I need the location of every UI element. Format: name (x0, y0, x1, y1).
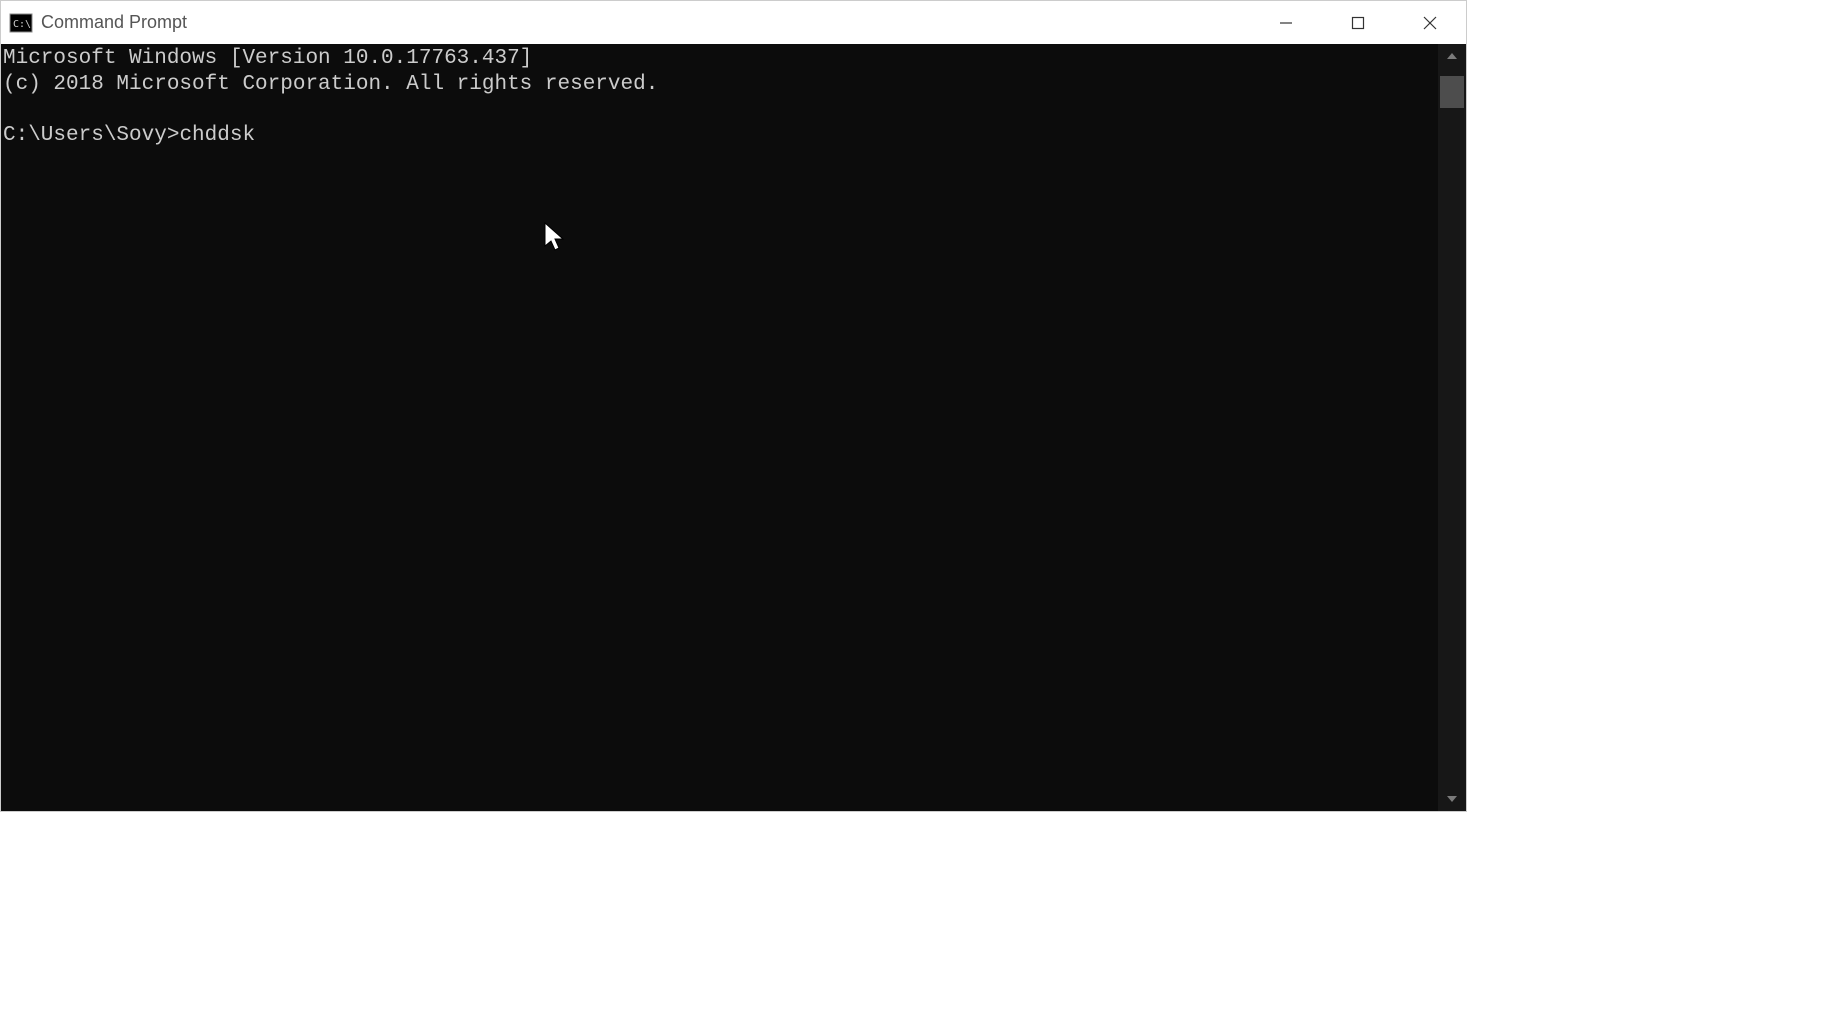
svg-text:C:\: C:\ (13, 19, 31, 30)
scroll-track[interactable] (1438, 68, 1466, 787)
minimize-button[interactable] (1250, 1, 1322, 44)
terminal-prompt: C:\Users\Sovy> (3, 124, 179, 147)
maximize-button[interactable] (1322, 1, 1394, 44)
command-prompt-window: C:\ Command Prompt Microsoft Windows [Ve… (0, 0, 1467, 812)
vertical-scrollbar[interactable] (1438, 44, 1466, 811)
window-title: Command Prompt (41, 12, 1250, 33)
terminal-line: (c) 2018 Microsoft Corporation. All righ… (3, 73, 658, 96)
cmd-icon: C:\ (9, 11, 33, 35)
terminal-line: Microsoft Windows [Version 10.0.17763.43… (3, 47, 532, 70)
scroll-up-arrow[interactable] (1438, 44, 1466, 68)
titlebar[interactable]: C:\ Command Prompt (1, 1, 1466, 44)
terminal-command: chddsk (179, 124, 255, 147)
scroll-down-arrow[interactable] (1438, 787, 1466, 811)
window-controls (1250, 1, 1466, 44)
content-area: Microsoft Windows [Version 10.0.17763.43… (1, 44, 1466, 811)
scroll-thumb[interactable] (1440, 76, 1464, 108)
close-button[interactable] (1394, 1, 1466, 44)
terminal-output[interactable]: Microsoft Windows [Version 10.0.17763.43… (1, 44, 1438, 811)
